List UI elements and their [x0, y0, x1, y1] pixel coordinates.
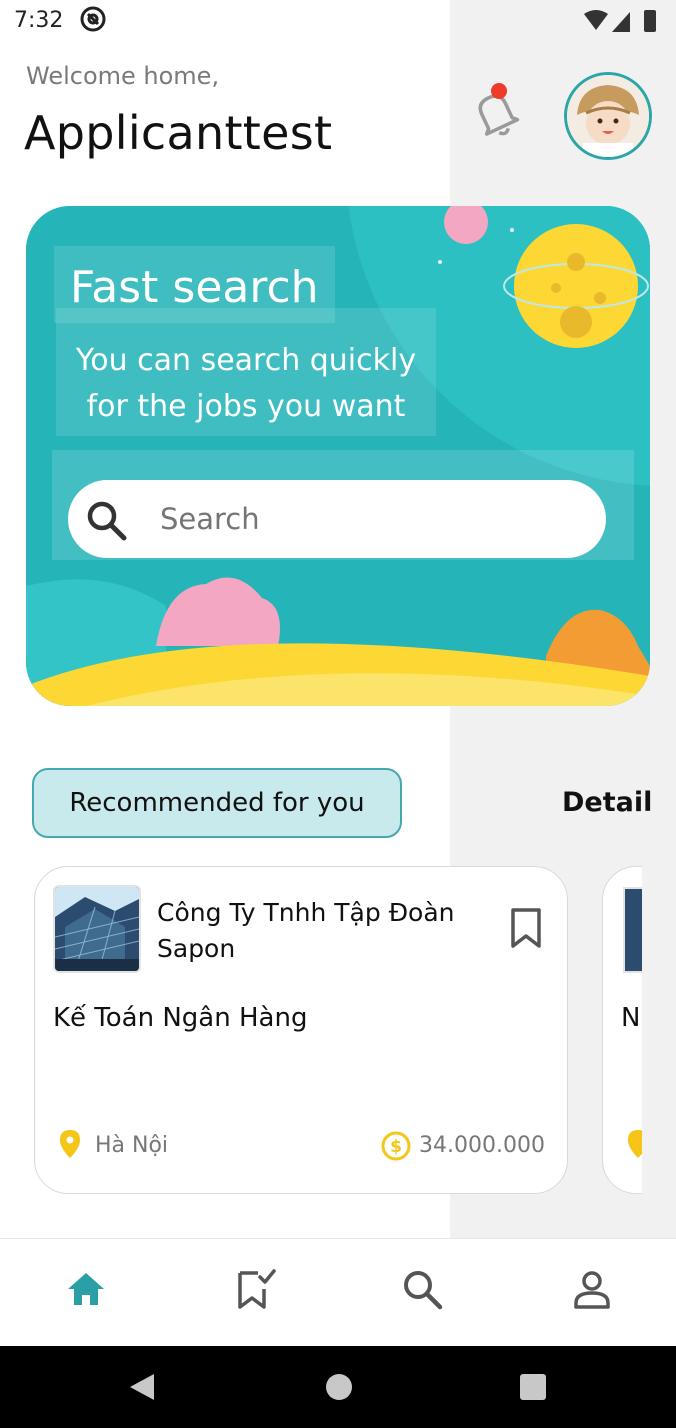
search-icon[interactable]	[400, 1267, 444, 1311]
banner-subtitle-line1: You can search quickly	[75, 343, 417, 378]
job-card[interactable]: Công Ty Tnhh Tập Đoàn Sapon Kế Toán Ngân…	[34, 866, 568, 1194]
recommended-chip[interactable]: Recommended for you	[32, 768, 402, 838]
svg-text:$: $	[390, 1137, 402, 1157]
saved-jobs-icon[interactable]	[234, 1267, 278, 1311]
back-icon[interactable]	[128, 1372, 156, 1402]
company-logo	[53, 885, 141, 973]
avatar[interactable]	[564, 72, 652, 160]
salary-dollar-icon: $	[381, 1131, 411, 1161]
company-name-line1: Công Ty Tnhh Tập Đoàn	[157, 898, 455, 927]
detail-link[interactable]: Detail	[562, 787, 652, 818]
status-bar: 7:32	[0, 0, 676, 44]
search-input[interactable]	[160, 502, 560, 536]
job-location: Hà Nội	[95, 1133, 169, 1158]
notification-dot	[491, 83, 507, 99]
profile-icon[interactable]	[570, 1267, 614, 1311]
job-salary: 34.000.000	[419, 1133, 545, 1158]
location-pin-icon	[60, 1130, 80, 1158]
job-title: N	[621, 1003, 641, 1033]
company-name-line2: Sapon	[157, 934, 236, 963]
bottom-navigation	[0, 1238, 676, 1346]
company-logo	[623, 887, 642, 973]
job-title: Kế Toán Ngân Hàng	[53, 1003, 308, 1033]
job-card-partial[interactable]: N	[602, 866, 642, 1196]
username-title: Applicanttest	[24, 106, 333, 160]
bookmark-icon[interactable]	[509, 907, 543, 949]
home-icon[interactable]	[64, 1267, 108, 1311]
search-wrapper	[52, 450, 634, 560]
status-time: 7:32	[14, 8, 64, 33]
banner-subtitle-line2: for the jobs you want	[86, 389, 406, 424]
signal-battery-icon	[584, 10, 656, 32]
recent-apps-button[interactable]	[520, 1374, 546, 1400]
system-navigation-bar	[0, 1346, 676, 1428]
at-sign-icon	[80, 6, 106, 32]
banner-subtitle: You can search quickly for the jobs you …	[56, 308, 436, 436]
search-bar[interactable]	[68, 480, 606, 558]
location-pin-icon	[628, 1130, 642, 1158]
notification-bell-icon[interactable]	[470, 80, 524, 144]
home-button[interactable]	[326, 1374, 352, 1400]
company-name: Công Ty Tnhh Tập Đoàn Sapon	[157, 895, 497, 967]
welcome-text: Welcome home,	[26, 62, 220, 90]
search-icon	[87, 501, 127, 541]
search-banner: Fast search You can search quickly for t…	[26, 206, 650, 706]
